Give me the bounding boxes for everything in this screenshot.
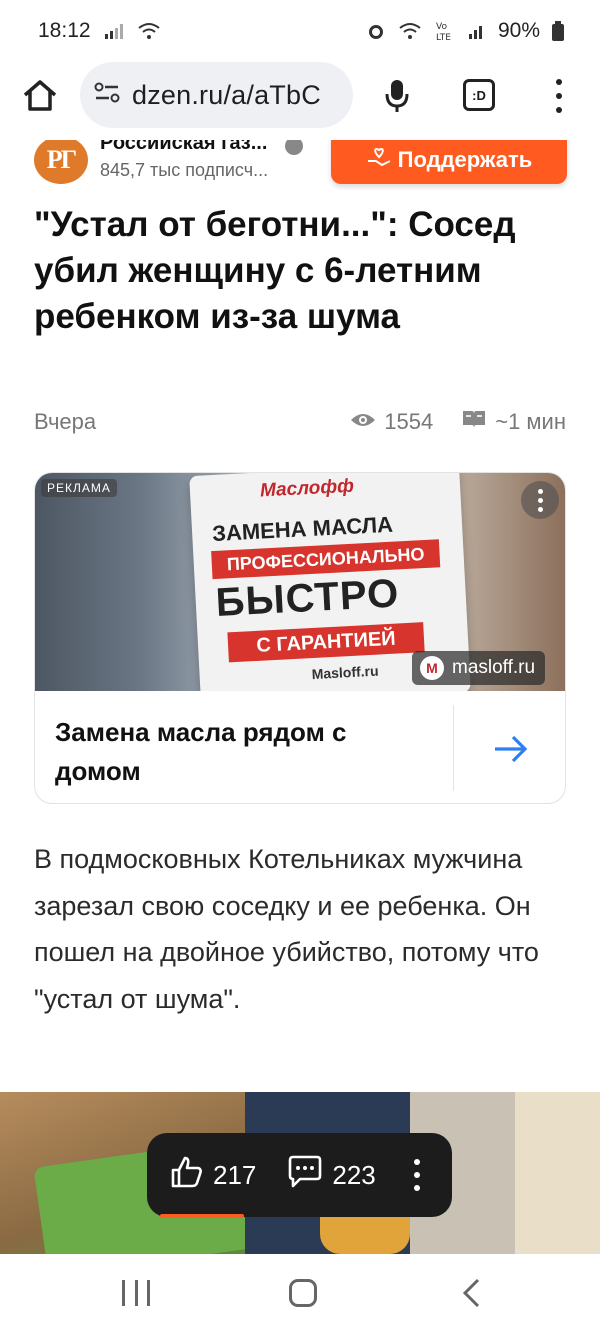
like-count: 217: [213, 1159, 257, 1190]
like-button[interactable]: 217: [169, 1154, 256, 1197]
channel-header: РГ Российская газ... 845,7 тыс подписч..…: [0, 140, 600, 190]
support-label: Поддержать: [397, 147, 533, 172]
ad-bag-line: ЗАМЕНА МАСЛА: [211, 511, 394, 547]
divider: [453, 705, 454, 791]
system-nav-bar: [0, 1254, 600, 1332]
article-action-bar: 217 223: [147, 1133, 452, 1217]
ad-bag-line: С ГАРАНТИЕЙ: [227, 622, 425, 663]
address-bar[interactable]: dzen.ru/a/aTbC: [80, 62, 353, 128]
read-time: ~1 мин: [461, 408, 566, 436]
channel-subscribers: 845,7 тыс подписч...: [100, 160, 269, 180]
eye-icon: [350, 409, 376, 435]
status-time: 18:12: [38, 19, 91, 42]
comment-count: 223: [332, 1159, 376, 1190]
read-progress-bar: [160, 1214, 244, 1218]
comment-button[interactable]: 223: [286, 1154, 376, 1197]
cell-signal-icon: [468, 22, 486, 40]
support-button[interactable]: Поддержать: [331, 140, 567, 184]
url-text: dzen.ru/a/aTbC: [132, 79, 321, 110]
home-icon[interactable]: [20, 76, 60, 116]
recent-apps-icon[interactable]: [122, 1280, 150, 1306]
advertiser-logo-icon: M: [420, 656, 444, 680]
article-date: Вчера: [34, 409, 97, 434]
article-body: В подмосковных Котельниках мужчина зарез…: [34, 844, 539, 1014]
ad-bag-line: БЫСТРО: [214, 571, 401, 625]
volte-icon: Vo LTE: [436, 20, 456, 42]
microphone-icon[interactable]: [383, 76, 411, 116]
thumbs-up-icon: [169, 1154, 205, 1197]
channel-logo[interactable]: РГ: [34, 140, 88, 184]
book-icon: [461, 408, 487, 436]
heart-hand-icon: [366, 145, 392, 175]
verified-icon: [285, 140, 303, 155]
views-counter: 1554: [350, 409, 433, 435]
wifi-calling-icon: [398, 22, 424, 40]
browser-toolbar: dzen.ru/a/aTbC :D: [0, 62, 600, 140]
svg-text:LTE: LTE: [436, 33, 451, 42]
ad-more-icon[interactable]: [521, 481, 559, 519]
more-options-icon[interactable]: [413, 1159, 421, 1191]
tabs-button[interactable]: :D: [463, 79, 495, 111]
comment-icon: [286, 1154, 324, 1197]
article-meta: Вчера 1554 ~1 мин: [34, 404, 566, 440]
arrow-right-icon[interactable]: [491, 729, 531, 769]
ad-image[interactable]: Маслофф ЗАМЕНА МАСЛА ПРОФЕССИОНАЛЬНО БЫС…: [35, 473, 565, 691]
read-time-value: ~1 мин: [495, 409, 566, 434]
site-settings-icon[interactable]: [94, 82, 120, 109]
call-signal-icon: [103, 22, 125, 40]
wifi-icon: [137, 22, 161, 40]
ad-title[interactable]: Замена масла рядом с домом: [55, 713, 435, 791]
ad-source-badge[interactable]: M masloff.ru: [412, 651, 546, 685]
ad-label: РЕКЛАМА: [41, 479, 117, 497]
channel-name[interactable]: Российская газ...: [100, 140, 267, 155]
ad-card[interactable]: Маслофф ЗАМЕНА МАСЛА ПРОФЕССИОНАЛЬНО БЫС…: [34, 472, 566, 804]
battery-icon: [552, 21, 564, 41]
status-bar: 18:12 Vo LTE 90%: [0, 0, 600, 62]
ad-bag-site: Masloff.ru: [311, 662, 379, 683]
ad-source-domain: masloff.ru: [452, 657, 536, 678]
ad-bag-brand: Маслофф: [259, 475, 355, 502]
ad-footer[interactable]: Замена масла рядом с домом: [35, 691, 565, 803]
browser-menu-icon[interactable]: [553, 79, 565, 113]
battery-level: 90%: [497, 19, 540, 42]
alarm-icon: [366, 21, 386, 41]
back-icon[interactable]: [460, 1278, 484, 1308]
views-count: 1554: [384, 409, 434, 434]
svg-text:Vo: Vo: [436, 22, 447, 32]
article-headline: "Устал от беготни...": Сосед убил женщин…: [34, 205, 516, 336]
nav-home-icon[interactable]: [289, 1279, 317, 1307]
